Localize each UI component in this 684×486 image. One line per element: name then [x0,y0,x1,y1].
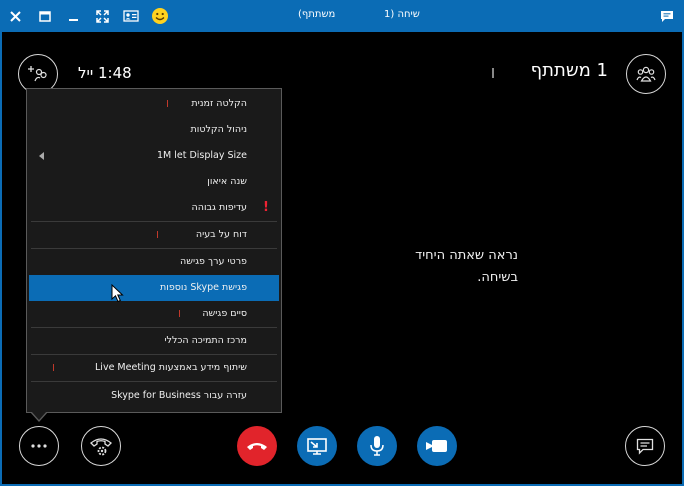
menu-item-meeting-entry-details[interactable]: פרטי ערך פגישה [29,249,279,275]
menu-item-label: פגישת Skype נוספות [159,282,247,293]
emoji-button[interactable] [145,0,175,32]
ellipsis-icon [31,444,47,448]
menu-item-display-size[interactable]: 1M let Display Size [29,143,279,169]
im-button[interactable] [625,426,665,466]
more-options-menu: הקלטה זמנית ניהול הקלטות 1M let Display … [26,88,282,413]
menu-item-high-priority[interactable]: ! עדיפות גבוהה [29,195,279,221]
contact-card-button[interactable] [116,0,146,32]
participants-count[interactable]: 1 משתתף [531,60,608,81]
menu-mark [167,100,168,107]
alone-message-line1: נראה שאתה היחיד [415,248,518,263]
fullscreen-icon [95,9,109,23]
fullscreen-button[interactable] [87,0,117,32]
high-priority-icon: ! [263,200,269,215]
menu-mark [157,231,158,238]
menu-item-label: שיתוף מידע באמצעות Live Meeting [95,362,247,373]
close-button[interactable] [0,0,30,32]
call-controls-button[interactable] [81,426,121,466]
chat-icon [661,10,673,22]
emoji-icon [152,8,168,24]
present-screen-icon [307,438,327,455]
menu-item-more-skype-meetings[interactable]: פגישת Skype נוספות [29,275,279,301]
menu-mark [179,310,180,317]
menu-item-label: מרכז התמיכה הכללי [164,335,247,346]
menu-item-label: סיים פגישה [202,308,247,319]
video-button[interactable] [417,426,457,466]
menu-item-label: עדיפות גבוהה [191,202,247,213]
menu-item-change-layout[interactable]: שנה איאון [29,169,279,195]
minimize-icon [68,18,78,21]
mouse-cursor-icon [111,284,124,303]
menu-item-label: עזרה עבור Skype for Business [111,390,247,401]
divider [492,68,494,78]
title-bar: משתתף) שיחה (1 [0,0,684,32]
menu-item-support-center[interactable]: מרכז התמיכה הכללי [29,328,279,354]
close-icon [9,10,21,22]
menu-item-live-meeting-share[interactable]: שיתוף מידע באמצעות Live Meeting [29,355,279,381]
participants-button[interactable] [626,54,666,94]
submenu-arrow-icon [39,152,44,160]
alone-message: נראה שאתה היחיד בשיחה. [390,245,518,289]
alone-message-line2: בשיחה. [477,270,518,285]
menu-item-temp-recording[interactable]: הקלטה זמנית [29,91,279,117]
share-screen-button[interactable] [297,426,337,466]
menu-item-skype-help[interactable]: עזרה עבור Skype for Business [29,383,279,409]
call-timer: 1:48 ייל [78,64,132,82]
phone-settings-icon [90,438,112,456]
chat-bubble-icon [636,438,654,455]
title-participants: משתתף) [298,9,336,20]
menu-item-label: שנה איאון [207,176,247,187]
people-icon [636,66,656,82]
window-icon [39,10,51,22]
menu-item-label: הקלטה זמנית [191,98,247,109]
window-title: שיחה (1 [384,9,420,20]
menu-pointer-fill [31,411,47,420]
menu-divider [31,381,277,382]
video-camera-icon [426,440,447,452]
menu-item-label: דוח על בעיה [195,229,247,240]
menu-item-manage-recordings[interactable]: ניהול הקלטות [29,117,279,143]
menu-mark [53,364,54,371]
window-button[interactable] [30,0,60,32]
more-options-button[interactable] [19,426,59,466]
hang-up-button[interactable] [237,426,277,466]
menu-item-report-problem[interactable]: דוח על בעיה [29,222,279,248]
microphone-button[interactable] [357,426,397,466]
menu-item-label: ניהול הקלטות [190,124,247,135]
contact-card-icon [123,10,139,22]
hang-up-icon [247,443,267,450]
menu-item-label: פרטי ערך פגישה [180,256,247,267]
menu-item-end-meeting[interactable]: סיים פגישה [29,301,279,327]
chat-toggle-button[interactable] [652,0,682,32]
minimize-button[interactable] [58,0,88,32]
menu-item-label: 1M let Display Size [156,150,247,161]
add-people-icon [28,66,47,82]
microphone-icon [370,436,384,456]
